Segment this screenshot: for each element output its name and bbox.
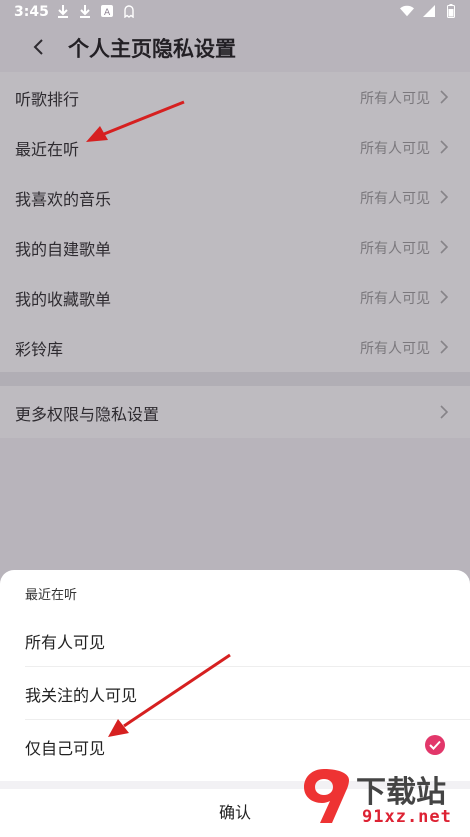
font-app-icon: A — [100, 3, 114, 19]
watermark-logo-icon — [304, 769, 349, 823]
signal-icon — [422, 3, 436, 19]
battery-icon — [444, 3, 458, 19]
svg-text:A: A — [104, 8, 111, 17]
option-everyone[interactable]: 所有人可见 — [25, 614, 445, 664]
option-label: 所有人可见 — [25, 633, 106, 652]
watermark-domain: 91xz.net — [362, 807, 452, 827]
wifi-icon — [400, 3, 414, 19]
option-only-me[interactable]: 仅自己可见 — [25, 720, 445, 770]
watermark-text: 下载站 — [356, 775, 446, 810]
ghost-app-icon — [122, 3, 136, 19]
option-label: 仅自己可见 — [25, 739, 106, 758]
option-followed-people[interactable]: 我关注的人可见 — [25, 667, 445, 717]
download-icon — [78, 3, 92, 19]
option-label: 我关注的人可见 — [25, 686, 138, 705]
status-time: 3:45 — [14, 4, 49, 20]
status-bar: 3:45 A — [0, 0, 470, 26]
download-icon — [56, 3, 70, 19]
sheet-title: 最近在听 — [25, 588, 78, 603]
checkmark-icon — [425, 735, 445, 755]
watermark: 下载站 91xz.net — [296, 765, 464, 833]
